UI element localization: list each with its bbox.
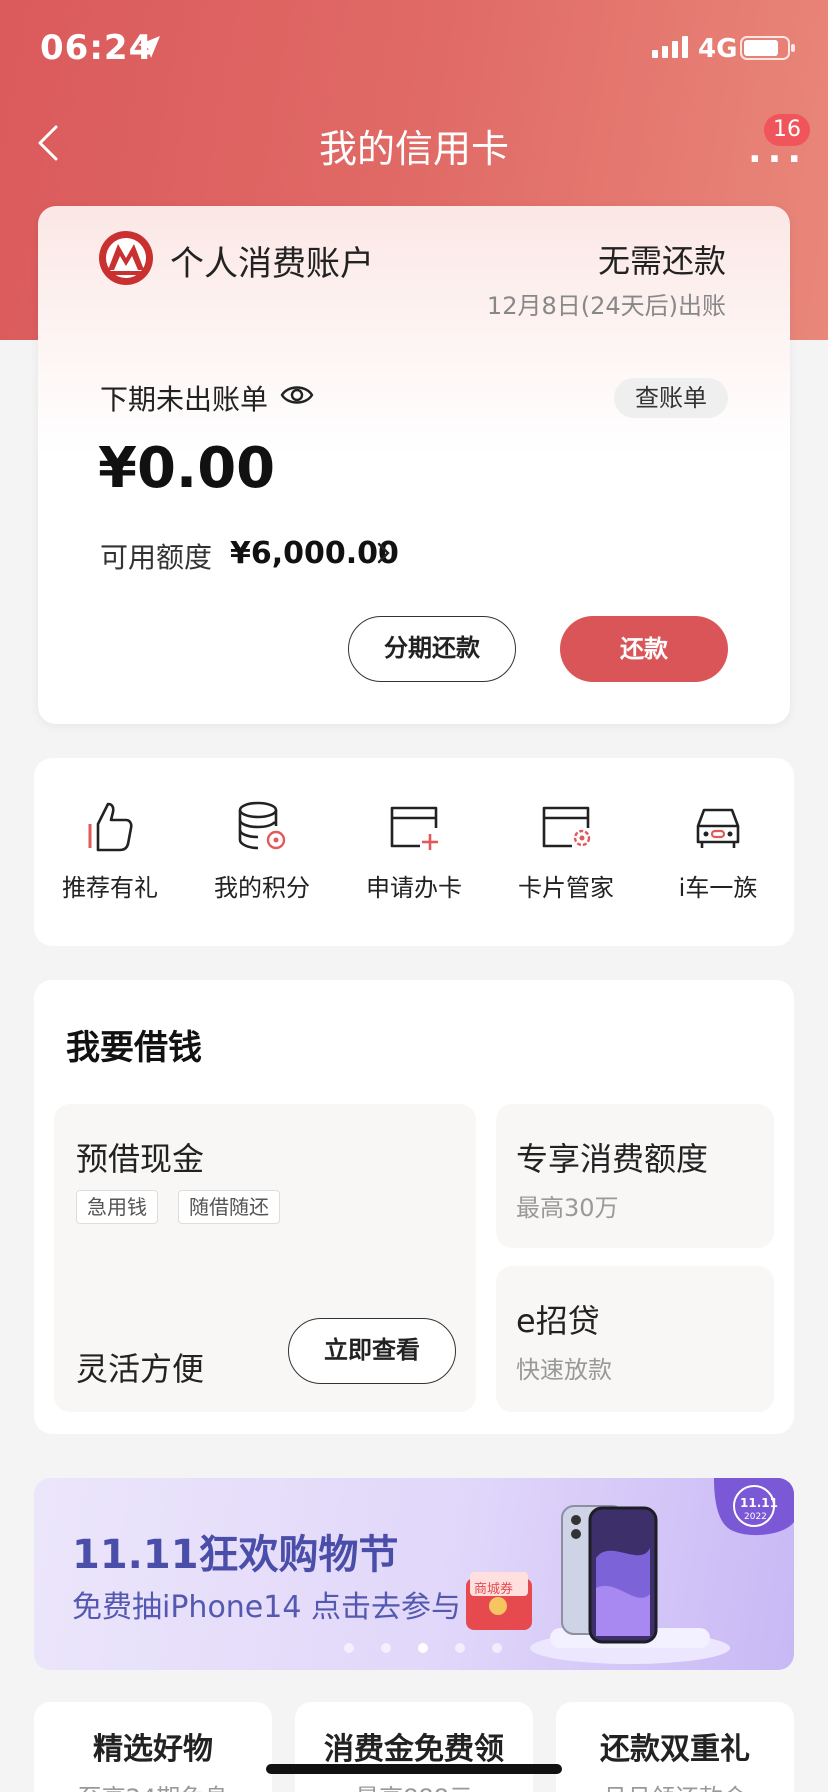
status-bar: 06:24 4G xyxy=(0,0,828,100)
card-title: 消费金免费领 xyxy=(324,1732,504,1767)
account-card: 个人消费账户 无需还款 12月8日(24天后)出账 下期未出账单 查账单 ¥0.… xyxy=(38,206,790,724)
carousel-dots xyxy=(344,1638,524,1657)
bill-date: 12月8日(24天后)出账 xyxy=(486,292,726,320)
carousel-dot[interactable] xyxy=(381,1643,392,1653)
coin-stack-icon xyxy=(238,801,286,850)
signal-icon xyxy=(652,36,688,58)
banner-subtitle: 免费抽iPhone14 点击去参与 xyxy=(72,1590,461,1625)
quick-actions: 推荐有礼 我的积分 申请办卡 卡片管家 i车一族 xyxy=(34,758,794,946)
carousel-dot[interactable] xyxy=(455,1643,466,1653)
quick-label: 卡片管家 xyxy=(518,874,614,902)
banner-title: 11.11狂欢购物节 xyxy=(72,1532,399,1578)
card-title: 专享消费额度 xyxy=(516,1140,709,1178)
view-now-button[interactable]: 立即查看 xyxy=(288,1318,456,1384)
quick-label: 申请办卡 xyxy=(366,874,462,902)
event-badge-label: 11.11 xyxy=(740,1496,778,1510)
cash-footer: 灵活方便 xyxy=(76,1350,205,1388)
location-arrow-icon xyxy=(138,36,160,58)
nav-bar: 我的信用卡 ··· 16 xyxy=(0,100,828,182)
quick-item-card-manager[interactable]: 卡片管家 xyxy=(490,798,642,903)
bank-logo-icon xyxy=(99,231,153,285)
cash-advance-card[interactable]: 预借现金 急用钱 随借随还 灵活方便 立即查看 xyxy=(54,1104,476,1412)
battery-icon xyxy=(740,36,795,60)
card-subtitle: 快速放款 xyxy=(516,1356,612,1384)
e-loan-card[interactable]: e招贷 快速放款 xyxy=(496,1266,774,1412)
card-title: 精选好物 xyxy=(93,1732,213,1767)
tag: 急用钱 xyxy=(76,1190,158,1224)
card-title: 还款双重礼 xyxy=(600,1732,750,1767)
quick-item-points[interactable]: 我的积分 xyxy=(186,798,338,903)
tag: 随借随还 xyxy=(178,1190,280,1224)
promo-card-free-credit[interactable]: 消费金免费领 最高888元 xyxy=(295,1702,533,1792)
more-icon: ··· xyxy=(748,139,808,180)
cash-title: 预借现金 xyxy=(76,1140,205,1178)
bill-amount: ¥0.00 xyxy=(98,436,276,501)
next-bill-label: 下期未出账单 xyxy=(100,383,269,416)
promo-banner[interactable]: 11.11狂欢购物节 免费抽iPhone14 点击去参与 商城券 11.11 2… xyxy=(34,1478,794,1670)
installment-button[interactable]: 分期还款 xyxy=(348,616,516,682)
borrow-section: 我要借钱 预借现金 急用钱 随借随还 灵活方便 立即查看 专享消费额度 最高30… xyxy=(34,980,794,1434)
card-settings-icon xyxy=(542,806,591,848)
chevron-right-icon[interactable] xyxy=(376,542,390,564)
quick-label: 推荐有礼 xyxy=(62,874,158,902)
quick-item-apply-card[interactable]: 申请办卡 xyxy=(338,798,490,903)
carousel-dot[interactable] xyxy=(492,1643,503,1653)
carousel-dot[interactable] xyxy=(344,1643,354,1653)
thumbs-up-icon xyxy=(88,802,133,852)
credit-label: 可用额度 xyxy=(100,541,213,574)
promo-card-selected-goods[interactable]: 精选好物 至高24期免息 xyxy=(34,1702,272,1792)
card-subtitle: 最高888元 xyxy=(295,1778,533,1792)
repay-button[interactable]: 还款 xyxy=(560,616,728,682)
bottom-cards: 精选好物 至高24期免息 消费金免费领 最高888元 还款双重礼 月月领还款金 xyxy=(34,1702,794,1792)
coupon-text: 商城券 xyxy=(474,1582,514,1597)
credit-value[interactable]: ¥6,000.00 xyxy=(230,536,399,571)
quick-item-referral[interactable]: 推荐有礼 xyxy=(34,798,186,903)
card-subtitle: 至高24期免息 xyxy=(34,1778,272,1792)
eye-icon[interactable] xyxy=(280,378,314,412)
page-title: 我的信用卡 xyxy=(318,127,509,171)
card-title: e招贷 xyxy=(516,1302,600,1340)
exclusive-credit-card[interactable]: 专享消费额度 最高30万 xyxy=(496,1104,774,1248)
card-plus-icon xyxy=(390,806,438,850)
quick-label: i车一族 xyxy=(678,874,758,902)
car-icon xyxy=(696,808,740,848)
account-name: 个人消费账户 xyxy=(170,244,374,284)
more-button[interactable]: ··· 16 xyxy=(748,114,810,178)
carousel-dot-active[interactable] xyxy=(418,1643,429,1653)
promo-card-repay-gift[interactable]: 还款双重礼 月月领还款金 xyxy=(556,1702,794,1792)
event-badge-year: 2022 xyxy=(744,1512,767,1522)
network-label: 4G xyxy=(698,34,738,64)
view-bill-button[interactable]: 查账单 xyxy=(614,378,728,418)
quick-item-car[interactable]: i车一族 xyxy=(642,798,794,903)
repay-status: 无需还款 xyxy=(597,242,726,280)
home-indicator xyxy=(266,1764,562,1774)
section-title: 我要借钱 xyxy=(66,1028,202,1068)
notification-badge: 16 xyxy=(764,114,810,146)
card-subtitle: 月月领还款金 xyxy=(556,1778,794,1792)
card-subtitle: 最高30万 xyxy=(516,1194,619,1222)
quick-label: 我的积分 xyxy=(214,874,310,902)
